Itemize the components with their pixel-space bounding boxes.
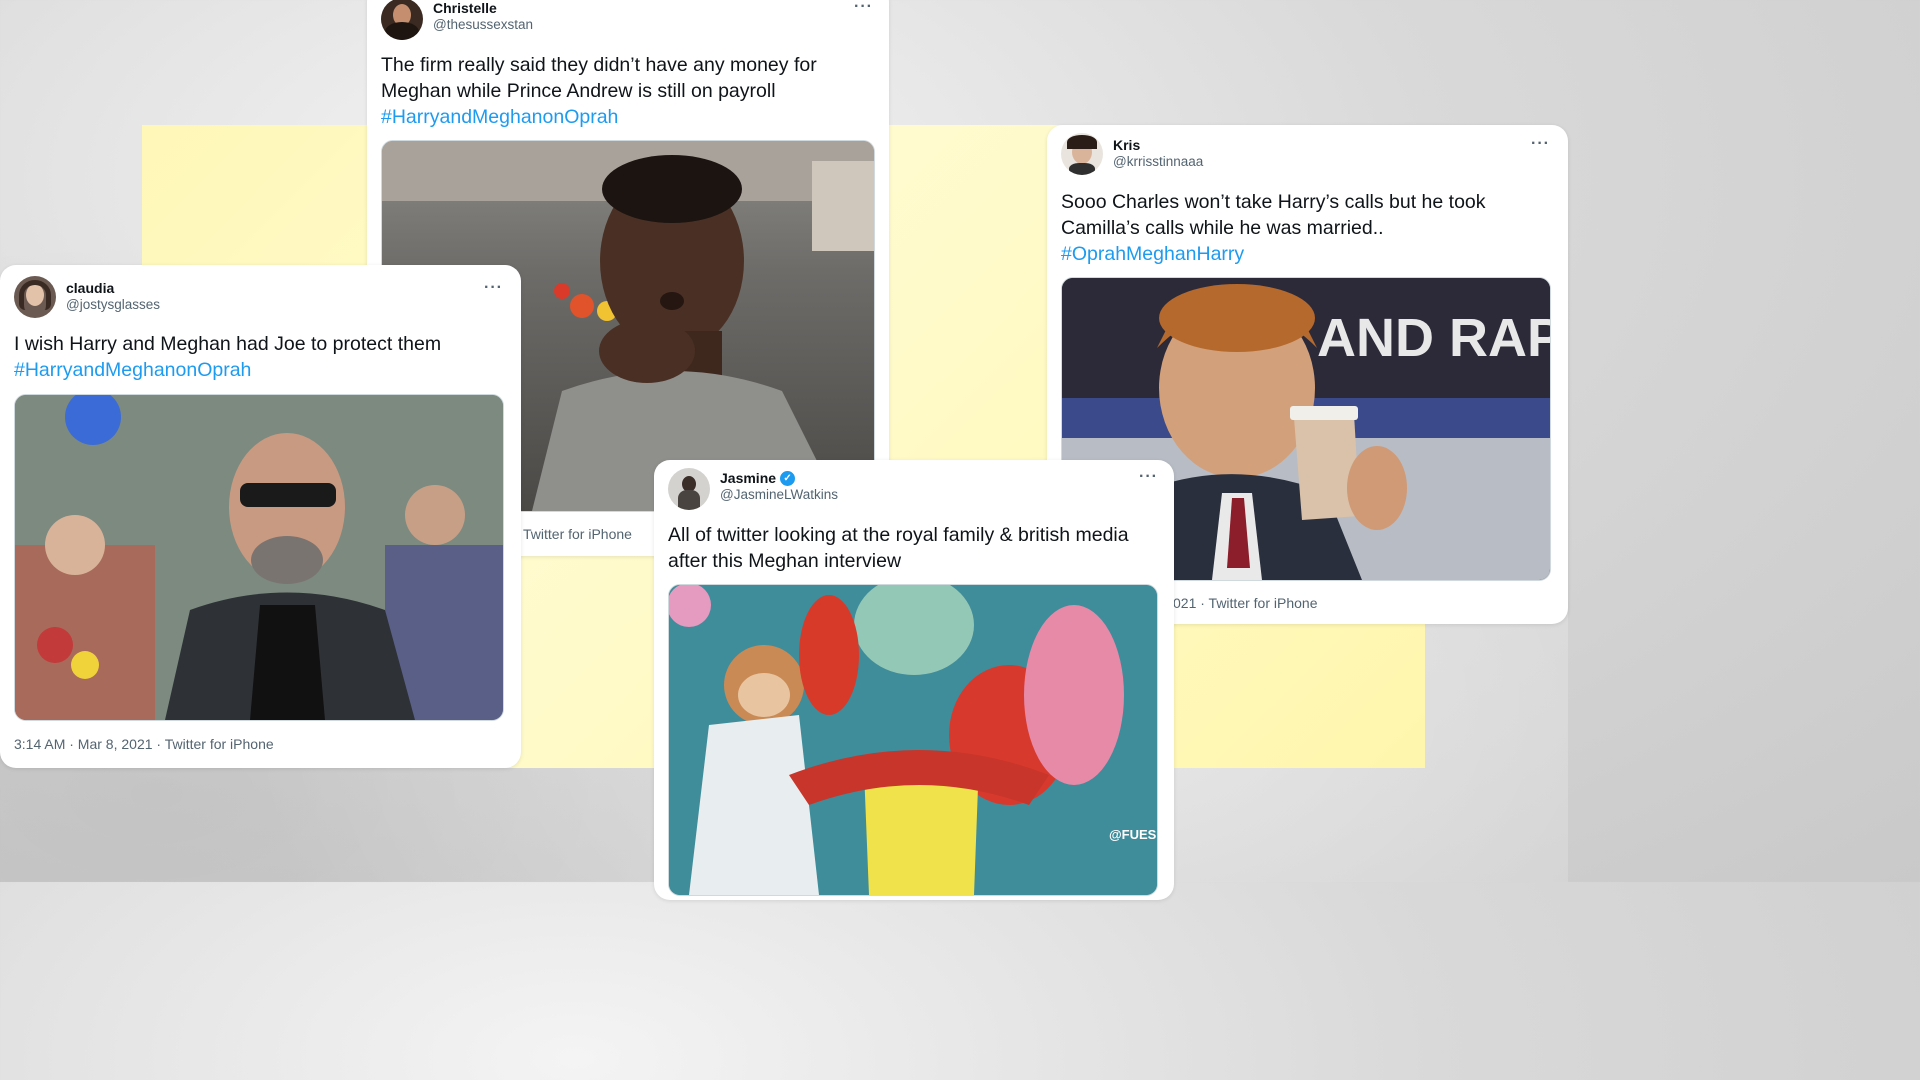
more-options-icon[interactable]: ···	[1139, 468, 1158, 486]
avatar[interactable]	[1061, 133, 1103, 175]
tweet-meta: 021 · Twitter for iPhone	[1173, 595, 1318, 611]
tweet-meta: 3:14 AM · Mar 8, 2021 · Twitter for iPho…	[14, 736, 274, 752]
user-handle[interactable]: @thesussexstan	[433, 17, 533, 32]
tweet-text-line: The firm really said they didn’t have an…	[381, 54, 817, 76]
image-watermark: @FUESIN	[1109, 827, 1157, 842]
display-name[interactable]: Christelle	[433, 0, 497, 16]
display-name[interactable]: Kris	[1113, 137, 1140, 153]
hashtag-link[interactable]: #HarryandMeghanonOprah	[14, 357, 514, 383]
cartoon-group-hug-illustration: @FUESIN	[669, 585, 1157, 895]
hashtag-link[interactable]: #HarryandMeghanonOprah	[381, 104, 881, 130]
tweet-text-line: All of twitter looking at the royal fami…	[668, 524, 1129, 546]
tweet-meta: Twitter for iPhone	[523, 526, 632, 542]
display-name[interactable]: claudia	[66, 280, 114, 296]
tweet-text-line: after this Meghan interview	[668, 550, 902, 572]
display-name[interactable]: Jasmine	[720, 470, 776, 486]
verified-badge-icon: ✓	[780, 470, 796, 486]
tweet-card-claudia[interactable]: claudia @jostysglasses ··· I wish Harry …	[0, 265, 521, 768]
tweet-text-line: I wish Harry and Meghan had Joe to prote…	[14, 333, 442, 355]
user-handle[interactable]: @jostysglasses	[66, 297, 160, 312]
more-options-icon[interactable]: ···	[1531, 135, 1550, 153]
avatar[interactable]	[668, 468, 710, 510]
more-options-icon[interactable]: ···	[484, 279, 503, 297]
tweet-text-line: Camilla’s calls while he was married..	[1061, 217, 1384, 239]
image-sign-text: AND RAPI	[1317, 308, 1550, 368]
tweet-text-line: Meghan while Prince Andrew is still on p…	[381, 80, 776, 102]
tweet-card-jasmine[interactable]: Jasmine ✓ @JasmineLWatkins ··· All of tw…	[654, 460, 1174, 900]
more-options-icon[interactable]: ···	[854, 0, 873, 16]
user-handle[interactable]: @krrisstinnaaa	[1113, 154, 1203, 169]
avatar[interactable]	[381, 0, 423, 40]
avatar[interactable]	[14, 276, 56, 318]
user-handle[interactable]: @JasmineLWatkins	[720, 487, 838, 502]
bald-man-sunglasses-illustration	[15, 395, 503, 720]
hashtag-link[interactable]: #OprahMeghanHarry	[1061, 241, 1561, 267]
tweet-media-image[interactable]: @FUESIN	[668, 584, 1158, 896]
tweet-media-image[interactable]	[14, 394, 504, 721]
tweet-text-line: Sooo Charles won’t take Harry’s calls bu…	[1061, 191, 1486, 213]
